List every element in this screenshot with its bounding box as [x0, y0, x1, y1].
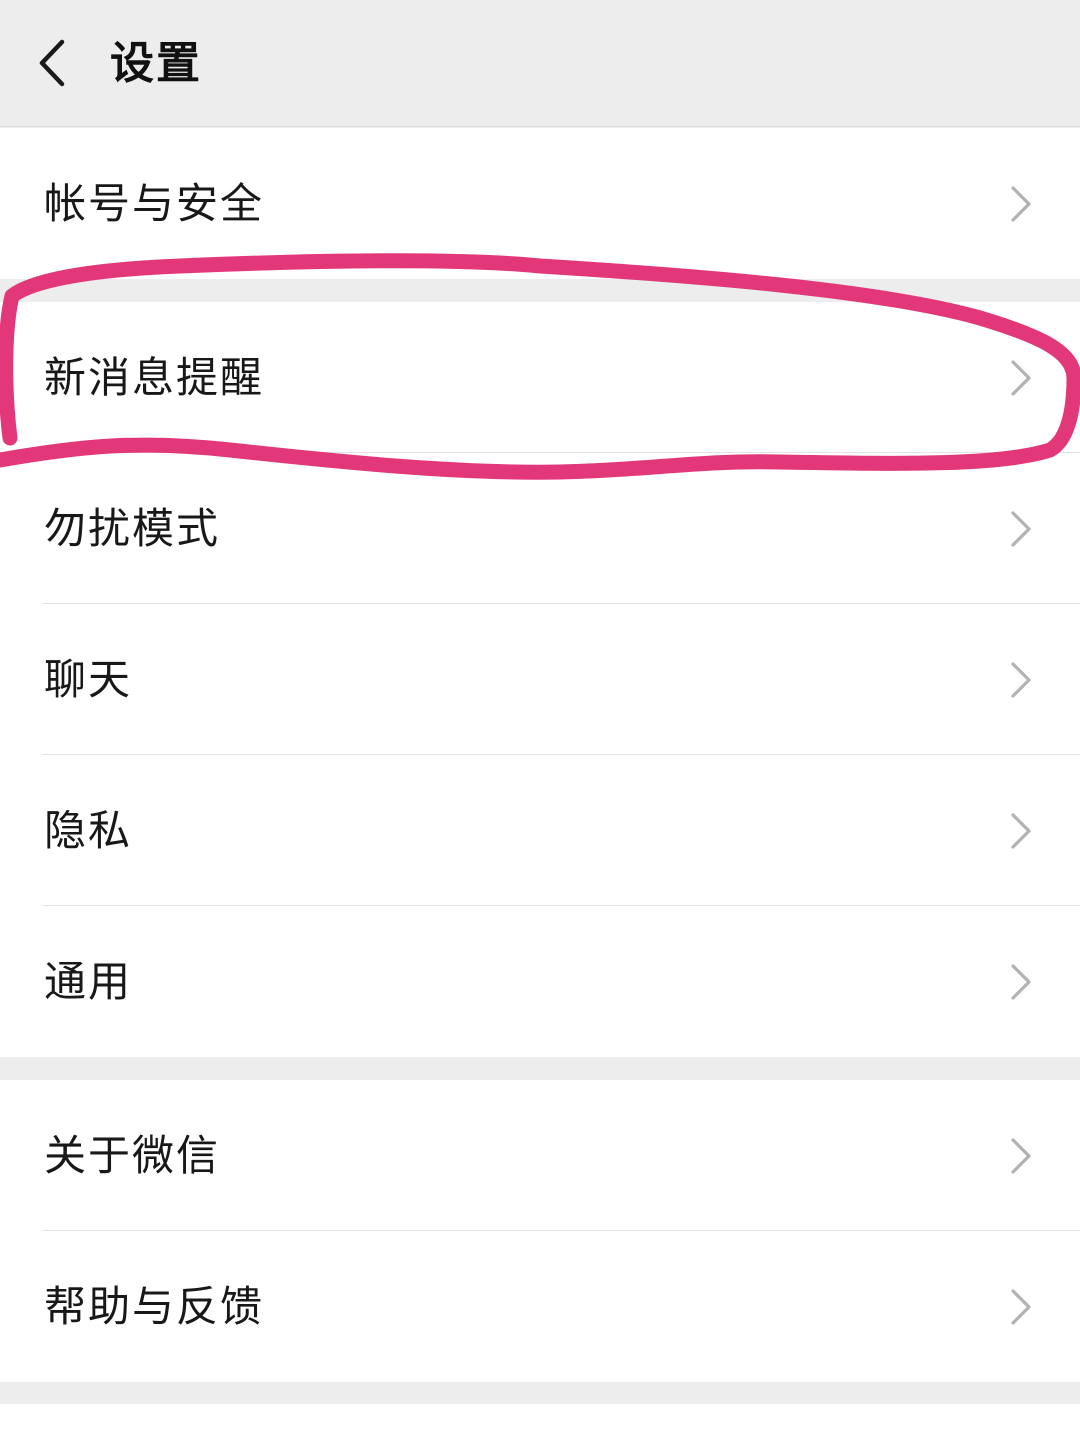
settings-item-label: 关于微信	[44, 1131, 221, 1180]
page-title: 设置	[110, 38, 202, 89]
chevron-right-icon	[1010, 661, 1032, 699]
back-button[interactable]	[22, 28, 86, 98]
settings-item-do-not-disturb[interactable]: 勿扰模式	[0, 453, 1080, 604]
settings-item-label: 帮助与反馈	[44, 1282, 265, 1331]
settings-item-general[interactable]: 通用	[0, 906, 1080, 1057]
settings-item-privacy[interactable]: 隐私	[0, 755, 1080, 906]
nav-bar: 设置	[0, 0, 1080, 127]
settings-group-about: 关于微信 帮助与反馈	[0, 1080, 1080, 1382]
settings-item-label: 帐号与安全	[44, 179, 265, 228]
chevron-left-icon	[39, 39, 65, 87]
settings-group-account: 帐号与安全	[0, 128, 1080, 279]
settings-group-next	[0, 1404, 1080, 1440]
settings-item-account-security[interactable]: 帐号与安全	[0, 128, 1080, 279]
settings-item-label: 新消息提醒	[44, 353, 265, 402]
settings-item-chat[interactable]: 聊天	[0, 604, 1080, 755]
chevron-right-icon	[1010, 1137, 1032, 1175]
chevron-right-icon	[1010, 963, 1032, 1001]
settings-group-main: 新消息提醒 勿扰模式 聊天 隐私 通用	[0, 302, 1080, 1057]
settings-item-label: 聊天	[44, 655, 133, 704]
settings-item-help-feedback[interactable]: 帮助与反馈	[0, 1231, 1080, 1382]
settings-item-about-wechat[interactable]: 关于微信	[0, 1080, 1080, 1231]
chevron-right-icon	[1010, 359, 1032, 397]
chevron-right-icon	[1010, 185, 1032, 223]
chevron-right-icon	[1010, 812, 1032, 850]
settings-item-label: 通用	[44, 957, 133, 1006]
settings-item-label: 勿扰模式	[44, 504, 221, 553]
chevron-right-icon	[1010, 1288, 1032, 1326]
settings-item-label: 隐私	[44, 806, 133, 855]
chevron-right-icon	[1010, 510, 1032, 548]
settings-item-new-message-notifications[interactable]: 新消息提醒	[0, 302, 1080, 453]
